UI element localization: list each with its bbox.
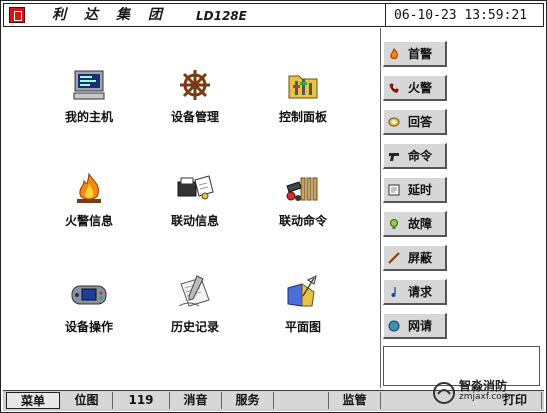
command-button[interactable]: 命令 — [383, 143, 447, 169]
history-note-icon — [178, 275, 210, 307]
delay-button[interactable]: 延时 — [383, 177, 447, 203]
desktop-area: 我的主机 设备管理 控制面板 火警信息 联动信息 联动命令 设备操作 历史记录 … — [3, 28, 381, 388]
phone-icon — [389, 83, 399, 93]
command-tools-icon — [286, 177, 318, 201]
note-icon — [391, 287, 396, 297]
first-alarm-label: 首警 — [408, 47, 433, 61]
control-folder-icon — [288, 75, 318, 99]
network-request-button[interactable]: 网请 — [383, 313, 447, 339]
desktop-item-label: 我的主机 — [64, 110, 113, 124]
tab-empty[interactable] — [274, 392, 329, 409]
network-request-label: 网请 — [408, 319, 433, 333]
fault-label: 故障 — [408, 217, 433, 231]
fire-icon — [77, 172, 101, 203]
desktop-item-label: 联动命令 — [278, 214, 327, 228]
desktop-item-label: 控制面板 — [278, 110, 327, 124]
watermark: 智淼消防 zmjaxf.com — [429, 376, 544, 412]
desktop-item-linkage-info[interactable]: 联动信息 — [145, 172, 245, 252]
shield-button[interactable]: 屏蔽 — [383, 245, 447, 271]
answer-icon — [388, 117, 400, 127]
tab-bitmap[interactable]: 位图 — [61, 392, 113, 409]
tab-silence[interactable]: 消音 — [170, 392, 222, 409]
desktop-item-floor-plan[interactable]: 平面图 — [253, 274, 353, 354]
desktop-item-label: 联动信息 — [170, 214, 219, 228]
desktop-item-device-management[interactable]: 设备管理 — [145, 68, 245, 148]
request-button[interactable]: 请求 — [383, 279, 447, 305]
desktop-item-linkage-command[interactable]: 联动命令 — [253, 172, 353, 252]
ship-wheel-icon — [180, 70, 210, 100]
desktop-item-label: 平面图 — [284, 320, 321, 334]
desktop-item-label: 火警信息 — [64, 214, 113, 228]
pistol-icon — [389, 153, 399, 161]
bulb-icon — [390, 219, 398, 229]
tab-119[interactable]: 119 — [113, 392, 170, 409]
request-label: 请求 — [408, 285, 433, 299]
desktop-item-my-host[interactable]: 我的主机 — [39, 68, 139, 148]
desktop-item-fire-info[interactable]: 火警信息 — [39, 172, 139, 252]
fire-alarm-label: 火警 — [408, 81, 433, 95]
fire-alarm-button[interactable]: 火警 — [383, 75, 447, 101]
sidebar: 首警 火警 回答 命令 延时 故障 屏蔽 请求 网请 — [381, 28, 543, 388]
command-label: 命令 — [408, 149, 433, 163]
tab-supervision[interactable]: 监管 — [329, 392, 381, 409]
desktop-item-label: 设备操作 — [64, 320, 113, 334]
desktop-item-label: 设备管理 — [170, 110, 219, 124]
network-icon — [388, 320, 400, 332]
desktop-item-control-panel[interactable]: 控制面板 — [253, 68, 353, 148]
watermark-logo-icon — [433, 382, 455, 404]
first-alarm-button[interactable]: 首警 — [383, 41, 447, 67]
desktop-item-history[interactable]: 历史记录 — [145, 274, 245, 354]
floor-plan-icon — [287, 275, 317, 307]
shield-stick-icon — [388, 252, 400, 264]
logo-icon — [9, 7, 25, 23]
answer-button[interactable]: 回答 — [383, 109, 447, 135]
app-window: 利达集团 LD128E 06-10-23 13:59:21 我的主机 设备管理 … — [0, 0, 547, 413]
document-printer-icon — [177, 175, 214, 200]
brand-name: 利达集团 — [52, 7, 180, 23]
answer-label: 回答 — [408, 115, 433, 129]
delay-label: 延时 — [408, 183, 433, 197]
watermark-url: zmjaxf.com — [459, 392, 511, 402]
tab-menu[interactable]: 菜单 — [6, 392, 60, 409]
fault-button[interactable]: 故障 — [383, 211, 447, 237]
title-bar: 利达集团 LD128E 06-10-23 13:59:21 — [3, 3, 544, 27]
delay-icon — [388, 184, 400, 196]
handheld-device-icon — [71, 285, 107, 305]
model-name: LD128E — [196, 9, 247, 23]
desktop-item-label: 历史记录 — [170, 320, 219, 334]
tab-service[interactable]: 服务 — [222, 392, 274, 409]
shield-label: 屏蔽 — [408, 251, 433, 265]
clock: 06-10-23 13:59:21 — [394, 8, 528, 23]
desktop-item-device-operation[interactable]: 设备操作 — [39, 278, 139, 358]
title-divider — [385, 4, 386, 26]
first-alarm-icon — [390, 48, 398, 59]
computer-icon — [73, 70, 105, 100]
